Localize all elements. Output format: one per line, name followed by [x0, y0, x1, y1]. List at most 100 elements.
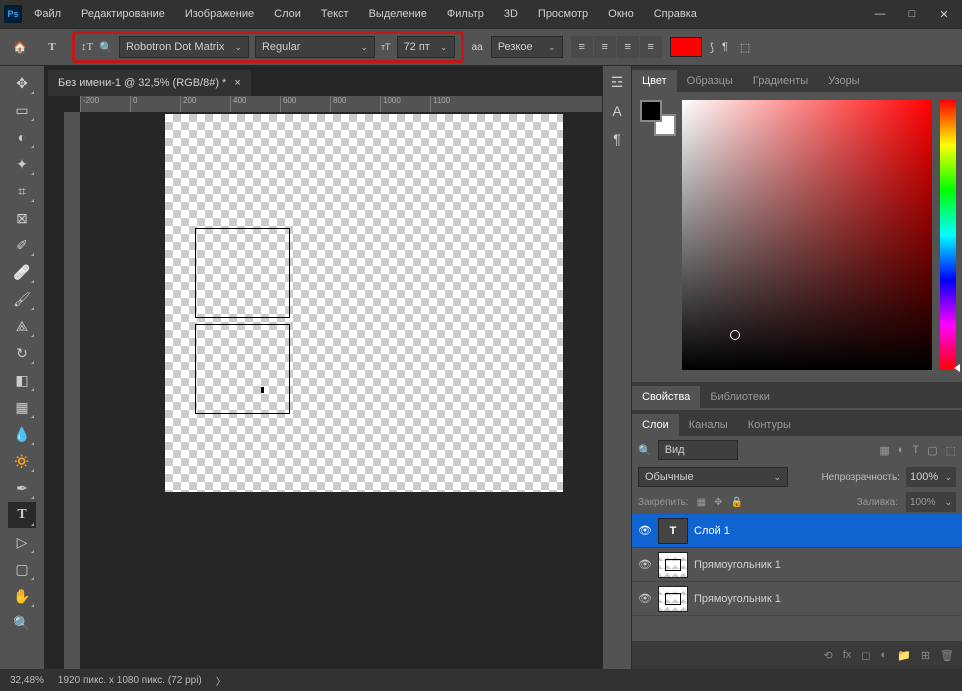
group-icon[interactable]: 📁	[897, 649, 911, 662]
menu-3d[interactable]: 3D	[500, 6, 522, 22]
align-right-button[interactable]: ≡	[617, 36, 639, 58]
foreground-color[interactable]	[640, 100, 662, 122]
tab-paths[interactable]: Контуры	[738, 414, 801, 436]
hue-slider[interactable]	[940, 100, 956, 370]
dodge-tool[interactable]: 🔅	[8, 448, 36, 474]
align-justify-button[interactable]: ≡	[640, 36, 662, 58]
tab-color[interactable]: Цвет	[632, 70, 677, 92]
menu-file[interactable]: Файл	[30, 6, 65, 22]
delete-layer-icon[interactable]: 🗑	[940, 649, 954, 662]
layer-thumbnail[interactable]	[658, 552, 688, 578]
font-size-dropdown[interactable]: 72 пт ⌄	[397, 36, 455, 58]
history-panel-icon[interactable]: ☲	[611, 74, 624, 91]
rectangle-shape-1[interactable]	[195, 228, 290, 318]
menu-text[interactable]: Текст	[317, 6, 353, 22]
pen-tool[interactable]: ✒	[8, 475, 36, 501]
layer-style-icon[interactable]: fx	[843, 649, 852, 661]
blur-tool[interactable]: 💧	[8, 421, 36, 447]
menu-edit[interactable]: Редактирование	[77, 6, 169, 22]
layer-mask-icon[interactable]: ◻	[861, 649, 870, 662]
stamp-tool[interactable]: ⟁	[8, 313, 36, 339]
search-icon[interactable]: 🔍	[638, 444, 652, 457]
history-brush-tool[interactable]: ↻	[8, 340, 36, 366]
filter-smart-icon[interactable]: ⬚	[946, 444, 956, 457]
lock-position-icon[interactable]: ✥	[714, 497, 722, 508]
status-arrow-icon[interactable]: 〉	[216, 673, 226, 688]
menu-image[interactable]: Изображение	[181, 6, 258, 22]
frame-tool[interactable]: ⊠	[8, 205, 36, 231]
adjustment-layer-icon[interactable]: ◐	[880, 649, 887, 661]
search-font-icon[interactable]: 🔍	[99, 41, 113, 54]
menu-filter[interactable]: Фильтр	[443, 6, 488, 22]
menu-window[interactable]: Окно	[604, 6, 638, 22]
character-panel-icon[interactable]: ¶	[722, 41, 728, 53]
healing-tool[interactable]: 🩹	[8, 259, 36, 285]
antialias-dropdown[interactable]: Резкое ⌄	[491, 36, 563, 58]
layer-item[interactable]: 👁 Прямоугольник 1	[632, 548, 962, 582]
text-orientation-icon[interactable]: ↕T	[81, 41, 93, 53]
paragraph-strip-icon[interactable]: ¶	[613, 131, 621, 147]
color-picker-cursor[interactable]	[730, 330, 740, 340]
font-style-dropdown[interactable]: Regular ⌄	[255, 36, 375, 58]
3d-icon[interactable]: ⬚	[740, 41, 750, 54]
text-color-swatch[interactable]	[670, 37, 702, 57]
shape-tool[interactable]: ▢	[8, 556, 36, 582]
layer-name[interactable]: Прямоугольник 1	[694, 559, 781, 571]
menu-layers[interactable]: Слои	[270, 6, 305, 22]
home-icon[interactable]: 🏠	[8, 35, 32, 59]
filter-adjust-icon[interactable]: ◐	[898, 444, 905, 457]
eye-icon[interactable]: 👁	[638, 592, 652, 605]
layer-filter-type[interactable]: Вид	[658, 440, 738, 460]
layer-name[interactable]: Прямоугольник 1	[694, 593, 781, 605]
canvas[interactable]	[80, 112, 602, 669]
eyedropper-tool[interactable]: ✐	[8, 232, 36, 258]
tab-channels[interactable]: Каналы	[679, 414, 738, 436]
move-tool[interactable]: ✥	[8, 70, 36, 96]
fg-bg-swatches[interactable]	[640, 100, 676, 136]
gradient-tool[interactable]: ▦	[8, 394, 36, 420]
layer-thumbnail[interactable]	[658, 586, 688, 612]
align-left-button[interactable]: ≡	[571, 36, 593, 58]
menu-select[interactable]: Выделение	[365, 6, 431, 22]
blend-mode-dropdown[interactable]: Обычные ⌄	[638, 467, 788, 487]
rectangle-shape-2[interactable]	[195, 324, 290, 414]
hue-slider-marker[interactable]	[954, 364, 960, 372]
lasso-tool[interactable]: ◐	[8, 124, 36, 150]
marquee-tool[interactable]: ▭	[8, 97, 36, 123]
tab-libraries[interactable]: Библиотеки	[700, 386, 780, 408]
link-layers-icon[interactable]: ⟲	[824, 649, 833, 662]
layer-thumbnail[interactable]: T	[658, 518, 688, 544]
close-button[interactable]: ✕	[930, 4, 958, 24]
wand-tool[interactable]: ✦	[8, 151, 36, 177]
layer-name[interactable]: Слой 1	[694, 525, 730, 537]
eye-icon[interactable]: 👁	[638, 558, 652, 571]
brush-tool[interactable]: 🖌	[8, 286, 36, 312]
filter-shape-icon[interactable]: ▢	[927, 444, 937, 457]
menu-help[interactable]: Справка	[650, 6, 701, 22]
layer-item[interactable]: 👁 Прямоугольник 1	[632, 582, 962, 616]
tab-patterns[interactable]: Узоры	[818, 70, 869, 92]
minimize-button[interactable]: —	[866, 4, 894, 24]
tab-properties[interactable]: Свойства	[632, 386, 700, 408]
lock-pixels-icon[interactable]: ▦	[697, 497, 706, 508]
path-select-tool[interactable]: ▷	[8, 529, 36, 555]
zoom-tool[interactable]: 🔍	[8, 610, 36, 636]
align-center-button[interactable]: ≡	[594, 36, 616, 58]
tab-swatches[interactable]: Образцы	[677, 70, 743, 92]
layer-item[interactable]: 👁 T Слой 1	[632, 514, 962, 548]
eye-icon[interactable]: 👁	[638, 524, 652, 537]
font-family-dropdown[interactable]: Robotron Dot Matrix ⌄	[119, 36, 249, 58]
filter-pixel-icon[interactable]: ▦	[879, 444, 889, 457]
type-tool[interactable]: T	[8, 502, 36, 528]
character-strip-icon[interactable]: A	[612, 103, 621, 119]
tool-preset-icon[interactable]: T	[40, 35, 64, 59]
opacity-input[interactable]: 100% ⌄	[906, 467, 956, 487]
close-tab-icon[interactable]: ×	[234, 77, 240, 89]
filter-text-icon[interactable]: T	[912, 444, 919, 457]
zoom-level[interactable]: 32,48%	[10, 675, 44, 686]
tab-gradients[interactable]: Градиенты	[743, 70, 818, 92]
fill-input[interactable]: 100% ⌄	[906, 492, 956, 512]
new-layer-icon[interactable]: ⊞	[921, 649, 930, 662]
document-tab[interactable]: Без имени-1 @ 32,5% (RGB/8#) * ×	[48, 70, 251, 96]
crop-tool[interactable]: ⌗	[8, 178, 36, 204]
